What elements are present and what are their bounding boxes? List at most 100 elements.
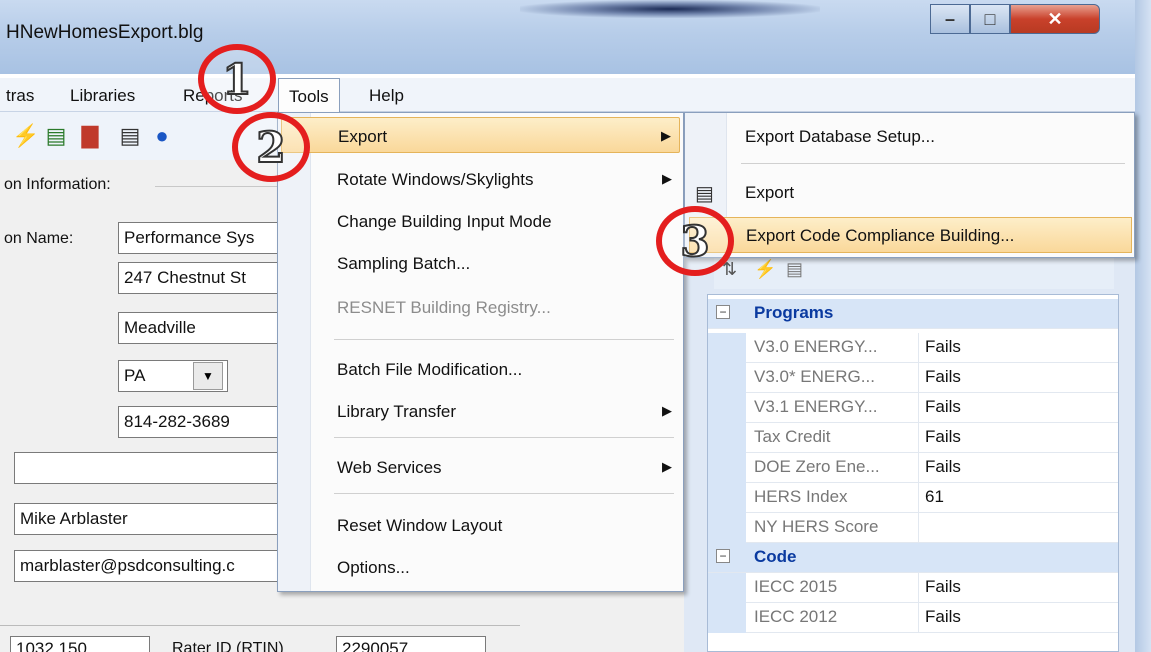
- menu-item-options[interactable]: Options...: [281, 549, 680, 585]
- menu-item-label: Reset Window Layout: [337, 516, 503, 535]
- menu-item-change-input-mode[interactable]: Change Building Input Mode: [281, 203, 680, 239]
- property-name: V3.1 ENERGY...: [754, 397, 878, 416]
- menu-item-label: Export Database Setup...: [745, 127, 935, 146]
- menu-extras[interactable]: tras: [6, 86, 34, 106]
- menu-item-resnet-registry: RESNET Building Registry...: [281, 289, 680, 325]
- property-name: Tax Credit: [754, 427, 831, 446]
- menu-item-label: Export: [745, 183, 795, 202]
- rater-id-field[interactable]: 2290057: [336, 636, 486, 652]
- menu-item-reset-layout[interactable]: Reset Window Layout: [281, 507, 680, 543]
- lightning-icon[interactable]: ⚡: [12, 124, 39, 148]
- email-field[interactable]: marblaster@psdconsulting.c: [14, 550, 304, 582]
- city-field[interactable]: Meadville: [118, 312, 298, 344]
- export-icon: ▤: [695, 183, 714, 205]
- maximize-button[interactable]: □: [970, 4, 1010, 34]
- grid-row[interactable]: V3.1 ENERGY... Fails: [708, 393, 1118, 423]
- submenu-arrow-icon: ▶: [661, 128, 671, 143]
- menu-item-sampling-batch[interactable]: Sampling Batch...: [281, 245, 680, 281]
- menu-separator: [334, 493, 674, 494]
- menu-item-export[interactable]: ▤ Export: [689, 175, 1132, 211]
- grid-row[interactable]: HERS Index 61: [708, 483, 1118, 513]
- phone-field[interactable]: 814-282-3689: [118, 406, 298, 438]
- menu-item-label: Export: [338, 127, 388, 146]
- callout-number: 3: [679, 216, 710, 267]
- grid-row[interactable]: V3.0 ENERGY... Fails: [708, 333, 1118, 363]
- property-name: HERS Index: [754, 487, 848, 506]
- property-value: Fails: [918, 603, 1118, 633]
- menu-bar: tras Libraries Reports Tools Help: [0, 78, 1135, 113]
- category-code[interactable]: − Code: [708, 543, 1118, 573]
- menu-item-library-transfer[interactable]: Library Transfer ▶: [281, 393, 680, 429]
- title-bar: HNewHomesExport.blg – □ ✕: [0, 0, 1151, 74]
- row-gutter: [708, 423, 746, 453]
- menu-item-label: Batch File Modification...: [337, 360, 523, 379]
- menu-item-rotate-windows[interactable]: Rotate Windows/Skylights ▶: [281, 161, 680, 197]
- grid-row[interactable]: V3.0* ENERG... Fails: [708, 363, 1118, 393]
- callout-step-2: 2: [232, 112, 310, 182]
- menu-item-web-services[interactable]: Web Services ▶: [281, 449, 680, 485]
- address-field[interactable]: 247 Chestnut St: [118, 262, 298, 294]
- property-value: Fails: [918, 423, 1118, 453]
- menu-help[interactable]: Help: [369, 86, 404, 106]
- name-field[interactable]: Performance Sys: [118, 222, 298, 254]
- grid-row[interactable]: IECC 2012 Fails: [708, 603, 1118, 633]
- menu-item-export[interactable]: Export ▶: [281, 117, 680, 153]
- grid-row[interactable]: NY HERS Score: [708, 513, 1118, 543]
- row-gutter: [708, 333, 746, 363]
- menu-item-export-database-setup[interactable]: Export Database Setup...: [689, 119, 1132, 155]
- bottom-left-field[interactable]: 1032.150: [10, 636, 150, 652]
- row-gutter: [708, 363, 746, 393]
- menu-libraries[interactable]: Libraries: [70, 86, 135, 106]
- row-gutter: [708, 453, 746, 483]
- submenu-arrow-icon: ▶: [662, 459, 672, 474]
- bottom-group-divider: [0, 625, 520, 626]
- export-icon[interactable]: ▤: [118, 124, 142, 148]
- category-name: Programs: [754, 303, 834, 322]
- property-name: V3.0 ENERGY...: [754, 337, 878, 356]
- state-value: PA: [124, 366, 146, 385]
- property-value: Fails: [918, 393, 1118, 423]
- menu-separator: [334, 437, 674, 438]
- window-title: HNewHomesExport.blg: [6, 22, 204, 43]
- row-gutter: [708, 393, 746, 423]
- property-value: Fails: [918, 453, 1118, 483]
- chevron-down-icon[interactable]: ▼: [193, 362, 223, 390]
- property-name: IECC 2012: [754, 607, 838, 626]
- callout-number: 1: [221, 54, 252, 105]
- menu-separator: [741, 163, 1125, 164]
- window-right-border: [1135, 0, 1151, 652]
- menu-tools[interactable]: Tools: [278, 78, 340, 113]
- pages-icon[interactable]: ▤: [786, 259, 803, 280]
- callout-step-3: 3: [656, 206, 734, 276]
- grid-row[interactable]: IECC 2015 Fails: [708, 573, 1118, 603]
- title-bar-shadow: [520, 0, 820, 18]
- menu-item-label: Change Building Input Mode: [337, 212, 552, 231]
- row-gutter: [708, 513, 746, 543]
- grid-row[interactable]: Tax Credit Fails: [708, 423, 1118, 453]
- menu-item-batch-modification[interactable]: Batch File Modification...: [281, 351, 680, 387]
- collapse-icon[interactable]: −: [716, 305, 730, 319]
- grid-row[interactable]: DOE Zero Ene... Fails: [708, 453, 1118, 483]
- menu-item-export-code-compliance[interactable]: Export Code Compliance Building...: [689, 217, 1132, 253]
- collapse-icon[interactable]: −: [716, 549, 730, 563]
- contact-field[interactable]: Mike Arblaster: [14, 503, 304, 535]
- callout-number: 2: [255, 122, 286, 173]
- minimize-button[interactable]: –: [930, 4, 970, 34]
- row-gutter: [708, 483, 746, 513]
- property-value: 61: [918, 483, 1118, 513]
- lightning-icon[interactable]: ⚡: [754, 259, 776, 280]
- property-value: [918, 513, 1118, 543]
- property-name: DOE Zero Ene...: [754, 457, 880, 476]
- category-programs[interactable]: − Programs: [708, 299, 1118, 329]
- menu-item-label: Rotate Windows/Skylights: [337, 170, 534, 189]
- blank-field[interactable]: [14, 452, 304, 484]
- property-grid: − Programs V3.0 ENERGY... Fails V3.0* EN…: [707, 294, 1119, 652]
- menu-item-label: Web Services: [337, 458, 442, 477]
- close-button[interactable]: ✕: [1010, 4, 1100, 34]
- chart-icon[interactable]: ▇: [78, 124, 102, 148]
- group-label: on Information:: [4, 176, 111, 193]
- report-icon[interactable]: ▤: [44, 124, 68, 148]
- info-icon[interactable]: ●: [150, 124, 174, 148]
- menu-item-label: Library Transfer: [337, 402, 457, 421]
- property-value: Fails: [918, 363, 1118, 393]
